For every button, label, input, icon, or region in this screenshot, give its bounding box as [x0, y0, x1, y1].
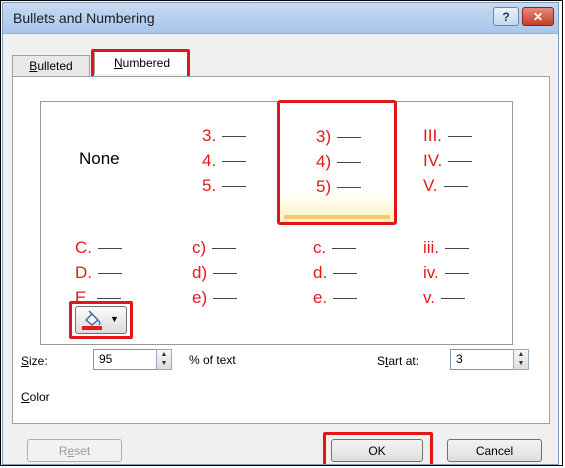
style-lower-alpha-period[interactable]: c. d. e.	[277, 226, 392, 334]
style-none-label: None	[79, 149, 120, 168]
list-item: v.	[423, 288, 465, 308]
bullets-numbering-dialog: Bullets and Numbering ? ✕ Bulleted Numbe…	[2, 2, 559, 465]
numbered-panel: None 3. 4. 5. 3) 4) 5) III. IV. V. C. D.	[12, 76, 550, 424]
list-item: e.	[313, 288, 358, 308]
title-bar: Bullets and Numbering ? ✕	[3, 3, 558, 34]
list-item: 4)	[316, 152, 362, 172]
list-item: d.	[313, 263, 358, 283]
chevron-down-icon[interactable]: ▼	[157, 359, 171, 368]
start-at-stepper[interactable]: ▲ ▼	[513, 349, 529, 370]
list-item: d)	[192, 263, 238, 283]
size-input[interactable]: 95	[93, 349, 157, 370]
color-label: Color	[21, 390, 50, 404]
style-decimal-period[interactable]: 3. 4. 5.	[160, 104, 275, 212]
chevron-down-icon[interactable]: ▼	[514, 359, 528, 368]
chevron-up-icon[interactable]: ▲	[157, 350, 171, 359]
style-upper-roman[interactable]: III. IV. V.	[397, 104, 512, 212]
help-icon: ?	[502, 9, 510, 24]
list-item: 4.	[202, 151, 247, 171]
style-lower-alpha-paren[interactable]: c) d) e)	[160, 226, 275, 334]
chevron-up-icon[interactable]: ▲	[514, 350, 528, 359]
style-none[interactable]: None	[43, 104, 158, 212]
list-item: e)	[192, 288, 238, 308]
cancel-button[interactable]: Cancel	[447, 439, 542, 462]
size-suffix: % of text	[189, 353, 236, 367]
start-at-label: Start at:	[377, 354, 420, 368]
style-decimal-paren-selected[interactable]: 3) 4) 5)	[277, 100, 397, 225]
list-item: c)	[192, 238, 237, 258]
close-button[interactable]: ✕	[522, 7, 554, 26]
size-stepper[interactable]: ▲ ▼	[156, 349, 172, 370]
list-item: 5)	[316, 177, 362, 197]
tab-bulleted-label: Bulleted	[29, 59, 73, 73]
close-icon: ✕	[532, 9, 544, 24]
ok-button-highlight	[323, 432, 433, 464]
size-label: Size:	[21, 354, 48, 368]
list-item: 3.	[202, 126, 247, 146]
style-lower-roman[interactable]: iii. iv. v.	[397, 226, 512, 334]
tab-bulleted[interactable]: Bulleted	[12, 55, 90, 76]
list-item: III.	[423, 126, 472, 146]
reset-button[interactable]: Re set	[27, 439, 122, 462]
list-item: D.	[75, 263, 122, 283]
list-item: 3)	[316, 127, 362, 147]
start-at-input[interactable]: 3	[450, 349, 514, 370]
dialog-title: Bullets and Numbering	[13, 10, 155, 26]
color-button-highlight	[69, 301, 133, 339]
list-item: IV.	[423, 151, 473, 171]
help-button[interactable]: ?	[493, 7, 519, 26]
list-item: iii.	[423, 238, 470, 258]
tab-numbered-highlight	[91, 49, 190, 79]
list-item: c.	[313, 238, 357, 258]
list-item: iv.	[423, 263, 469, 283]
list-item: 5.	[202, 176, 247, 196]
list-item: V.	[423, 176, 468, 196]
list-item: C.	[75, 238, 122, 258]
